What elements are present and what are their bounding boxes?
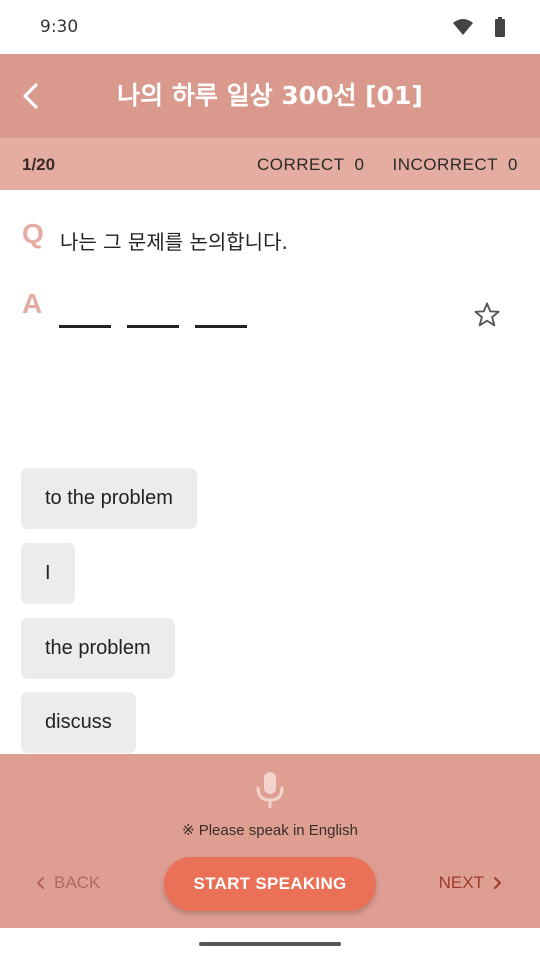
answer-blank [127,325,179,328]
word-option[interactable]: the problem [21,618,175,679]
status-time: 9:30 [40,17,79,37]
next-button[interactable]: NEXT [439,873,502,893]
progress-counter: 1/20 [22,155,56,174]
start-speaking-button[interactable]: START SPEAKING [164,857,376,911]
incorrect-value: 0 [508,155,518,174]
back-button[interactable]: BACK [36,873,100,893]
speak-hint: ※ Please speak in English [181,822,358,839]
word-option[interactable]: discuss [21,692,136,753]
correct-value: 0 [354,155,365,174]
speaking-panel: ※ Please speak in English BACK START SPE… [0,754,540,928]
question-text: 나는 그 문제를 논의합니다. [60,230,288,254]
chevron-right-icon [494,877,501,889]
status-icons [452,17,506,37]
chevron-left-icon [37,877,44,889]
app-header: 나의 하루 일상 300선 [01] [0,54,540,138]
answer-blank [59,325,111,328]
incorrect-label: INCORRECT [392,155,499,174]
battery-icon [495,17,505,37]
star-outline-icon[interactable] [472,300,502,330]
back-label: BACK [54,873,101,892]
microphone-icon [256,772,284,808]
page-title: 나의 하루 일상 300선 [01] [117,81,423,110]
wifi-icon [453,19,473,35]
answer-marker: A [22,288,43,319]
word-option[interactable]: to the problem [21,468,197,529]
score-bar: 1/20 CORRECT 0 INCORRECT 0 [0,138,540,190]
home-indicator[interactable] [199,942,341,946]
answer-blank [195,325,247,328]
status-bar: 9:30 [0,0,540,54]
system-nav-bar [0,928,540,960]
correct-label: CORRECT [256,155,345,174]
word-option[interactable]: I [21,543,75,604]
score-summary: CORRECT 0 INCORRECT 0 [257,155,518,175]
next-label: NEXT [438,873,484,892]
chevron-left-icon[interactable] [14,78,50,114]
question-marker: Q [22,218,44,249]
